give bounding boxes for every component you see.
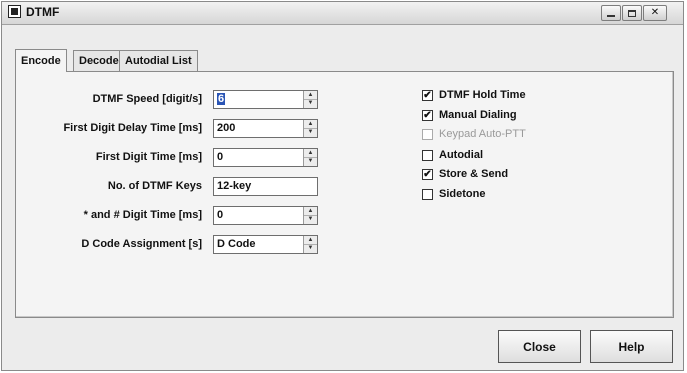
sidetone-label: Sidetone	[439, 188, 486, 200]
check-mark-icon[interactable]: ✔	[422, 110, 433, 121]
spin-down-icon[interactable]: ▼	[304, 157, 317, 165]
first-digit-delay-label: First Digit Delay Time [ms]	[63, 122, 202, 134]
keypad-auto-ptt-label: Keypad Auto-PTT	[439, 128, 526, 140]
tab-autodial-list[interactable]: Autodial List	[119, 50, 198, 72]
first-digit-delay-spinner[interactable]: 200 ▲ ▼	[213, 119, 318, 138]
dtmf-speed-value: 6	[217, 93, 226, 105]
first-digit-time-label: First Digit Time [ms]	[95, 151, 202, 163]
window-title: DTMF	[26, 5, 60, 19]
star-hash-digit-time-label: * and # Digit Time [ms]	[83, 209, 202, 221]
app-icon	[8, 5, 21, 18]
close-window-button[interactable]: ✕	[643, 5, 667, 21]
encode-panel: DTMF Speed [digit/s] 6 ▲ ▼ First Digit De…	[15, 71, 674, 318]
d-code-assignment-label: D Code Assignment [s]	[81, 238, 202, 250]
d-code-assignment-value: D Code	[217, 238, 256, 250]
check-mark-icon[interactable]: ✔	[422, 90, 433, 101]
checkbox-empty-icon[interactable]	[422, 150, 433, 161]
dtmf-keys-value: 12-key	[217, 180, 252, 192]
dtmf-speed-label: DTMF Speed [digit/s]	[92, 93, 202, 105]
first-digit-time-value: 0	[217, 151, 224, 163]
close-icon: ✕	[650, 7, 660, 18]
spin-down-icon[interactable]: ▼	[304, 99, 317, 107]
star-hash-digit-time-value: 0	[217, 209, 224, 221]
tab-decode[interactable]: Decode	[73, 50, 125, 72]
dtmf-keys-label: No. of DTMF Keys	[107, 180, 202, 192]
spin-down-icon[interactable]: ▼	[304, 244, 317, 252]
dtmf-window: DTMF ✕ Encode Decode Autodial List DTMF …	[1, 1, 684, 371]
spin-down-icon[interactable]: ▼	[304, 215, 317, 223]
close-button-label: Close	[523, 339, 556, 354]
title-bar[interactable]: DTMF ✕	[2, 2, 683, 25]
store-send-label: Store & Send	[439, 168, 509, 180]
checkbox-empty-icon[interactable]	[422, 189, 433, 200]
autodial-label: Autodial	[439, 149, 483, 161]
tab-encode[interactable]: Encode	[15, 49, 67, 72]
first-digit-time-spinner[interactable]: 0 ▲ ▼	[213, 148, 318, 167]
maximize-icon	[628, 9, 636, 17]
help-button[interactable]: Help	[590, 330, 673, 363]
star-hash-digit-time-spinner[interactable]: 0 ▲ ▼	[213, 206, 318, 225]
spin-down-icon[interactable]: ▼	[304, 128, 317, 136]
manual-dialing-label: Manual Dialing	[439, 109, 517, 121]
help-button-label: Help	[618, 339, 645, 354]
minimize-icon	[607, 15, 615, 17]
dtmf-hold-time-label: DTMF Hold Time	[439, 89, 526, 101]
checkbox-empty-icon	[422, 129, 433, 140]
first-digit-delay-value: 200	[217, 122, 236, 134]
close-button[interactable]: Close	[498, 330, 581, 363]
dtmf-keys-field[interactable]: 12-key	[213, 177, 318, 196]
check-mark-icon[interactable]: ✔	[422, 169, 433, 180]
maximize-button[interactable]	[622, 5, 642, 21]
dtmf-speed-spinner[interactable]: 6 ▲ ▼	[213, 90, 318, 109]
minimize-button[interactable]	[601, 5, 621, 21]
d-code-assignment-spinner[interactable]: D Code ▲ ▼	[213, 235, 318, 254]
